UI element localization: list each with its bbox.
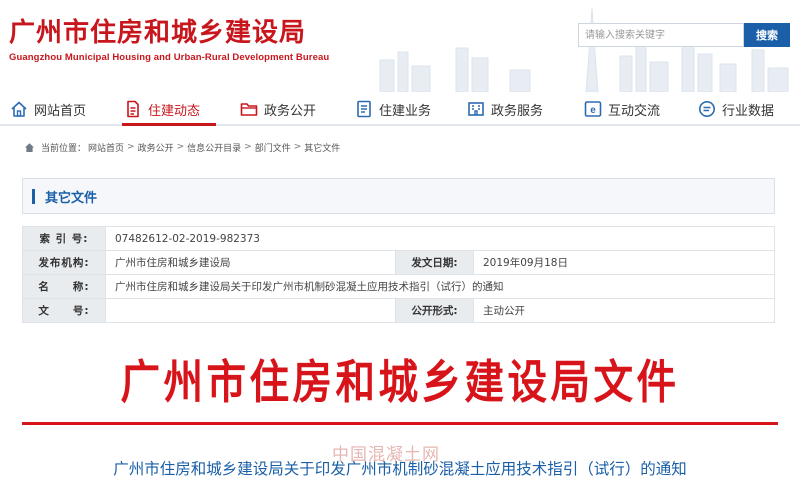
home-icon [11,101,27,117]
nav-active-indicator [122,123,216,126]
nav-item-data[interactable]: 行业数据 [698,92,774,126]
document-info-table: 索 引 号: 07482612-02-2019-982373 发布机构: 广州市… [22,226,775,323]
building-service-icon [468,102,484,116]
breadcrumb-separator: > [176,142,185,152]
doc-number-label: 文 号: [22,298,106,323]
nav-label: 互动交流 [608,103,661,119]
disclosure-form-label: 公开形式: [395,298,474,323]
nav-item-services[interactable]: 政务服务 [467,92,543,126]
site-subtitle: Guangzhou Municipal Housing and Urban-Ru… [9,52,330,63]
nav-label: 政务公开 [264,103,317,119]
breadcrumb: 当前位置： 网站首页 > 政务公开 > 信息公开目录 > 部门文件 > 其它文件 [24,139,340,155]
e-interaction-icon: e [584,101,602,117]
publisher-value: 广州市住房和城乡建设局 [105,250,396,275]
table-row: 发布机构: 广州市住房和城乡建设局 发文日期: 2019年09月18日 [22,250,775,275]
disclosure-form-value: 主动公开 [473,298,775,323]
issue-date-label: 发文日期: [395,250,474,275]
list-icon [357,100,371,118]
breadcrumb-link-home[interactable]: 网站首页 [88,141,124,154]
section-accent-bar [32,189,35,204]
nav-label: 住建业务 [379,103,432,119]
nav-label: 政务服务 [491,103,544,119]
svg-text:e: e [590,105,596,116]
table-row: 索 引 号: 07482612-02-2019-982373 [22,226,775,251]
section-header: 其它文件 [22,178,775,214]
folder-icon [240,103,258,116]
publisher-label: 发布机构: [22,250,106,275]
document-icon [127,100,139,118]
document-red-header: 广州市住房和城乡建设局文件 [120,355,680,409]
nav-label: 行业数据 [722,103,775,119]
site-header: 广州市住房和城乡建设局 Guangzhou Municipal Housing … [0,0,800,92]
nav-item-home[interactable]: 网站首页 [10,92,86,126]
index-number-value: 07482612-02-2019-982373 [105,226,775,251]
chat-data-icon [699,101,715,117]
home-icon [25,142,34,152]
breadcrumb-link-info-catalog[interactable]: 信息公开目录 [187,141,241,154]
search-input[interactable] [578,23,744,47]
breadcrumb-separator: > [293,142,302,152]
breadcrumb-link-dept-files[interactable]: 部门文件 [255,141,291,154]
breadcrumb-separator: > [127,142,135,152]
document-red-rule [22,422,778,425]
doc-name-label: 名 称: [22,274,106,299]
section-title: 其它文件 [45,191,98,206]
breadcrumb-label: 当前位置： [41,143,87,154]
search-button[interactable]: 搜索 [744,23,790,47]
document-subtitle: 广州市住房和城乡建设局关于印发广州市机制砂混凝土应用技术指引（试行）的通知 [113,460,687,478]
breadcrumb-separator: > [244,142,252,152]
breadcrumb-link-gov-affairs[interactable]: 政务公开 [138,141,174,154]
nav-item-business[interactable]: 住建业务 [355,92,431,126]
table-row: 名 称: 广州市住房和城乡建设局关于印发广州市机制砂混凝土应用技术指引（试行）的… [22,274,775,299]
index-number-label: 索 引 号: [22,226,106,251]
nav-label: 网站首页 [34,103,87,119]
nav-label: 住建动态 [148,103,201,119]
nav-item-gov-affairs[interactable]: 政务公开 [240,92,316,126]
table-row: 文 号: 公开形式: 主动公开 [22,298,775,323]
doc-name-value: 广州市住房和城乡建设局关于印发广州市机制砂混凝土应用技术指引（试行）的通知 [105,274,775,299]
nav-item-interaction[interactable]: e 互动交流 [584,92,660,126]
breadcrumb-link-other-files[interactable]: 其它文件 [304,141,340,154]
nav-item-news[interactable]: 住建动态 [124,92,200,126]
doc-number-value [105,298,396,323]
site-title: 广州市住房和城乡建设局 [9,18,307,48]
main-nav: 网站首页 住建动态 政务公开 住建业务 政务服务 e 互动交流 行业数据 [0,92,800,126]
issue-date-value: 2019年09月18日 [473,250,775,275]
